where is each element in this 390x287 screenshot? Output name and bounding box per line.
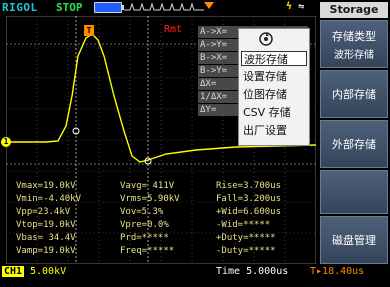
measurement-value: +Wid=6.600us — [216, 207, 282, 217]
run-state: STOP — [56, 1, 83, 14]
softkey-internal[interactable]: 内部存储 — [320, 70, 388, 118]
trigger-position-marker — [204, 2, 214, 9]
softkey-external[interactable]: 外部存储 — [320, 120, 388, 168]
measurement-value: Freq=***** — [120, 246, 175, 256]
softkey-label: 存储类型 — [332, 29, 376, 43]
status-bar: RIGOL STOP ϟ ⇋ — [0, 0, 318, 14]
ch1-ground-marker: 1 — [1, 137, 11, 147]
measurement-value: Vamp=19.0kV — [16, 246, 76, 256]
popup-item-waveform[interactable]: 波形存储 — [241, 51, 307, 66]
usb-icon: ⇋ — [298, 1, 305, 12]
storage-popup-menu: 波形存储 设置存储 位图存储 CSV 存储 出厂设置 — [238, 28, 310, 146]
brand-logo: RIGOL — [2, 1, 38, 14]
measurement-value: -Duty=***** — [216, 246, 276, 256]
measurement-value: Prd=***** — [120, 233, 169, 243]
lightning-icon: ϟ — [286, 1, 293, 12]
softkey-label: 磁盘管理 — [332, 234, 376, 247]
popup-item-csv[interactable]: CSV 存储 — [243, 105, 307, 120]
measurement-value: Vrms=5.90kV — [120, 194, 180, 204]
measurement-panel: Vmax=19.0kV Vavg= 411V Rise=3.700us Vmin… — [16, 180, 316, 262]
softkey-label: 内部存储 — [332, 88, 376, 101]
measurement-value: Rise=3.700us — [216, 181, 282, 191]
trigger-offset-icon: T▸ — [310, 266, 323, 277]
measurement-value: Vpre=0.0% — [120, 220, 169, 230]
channel-label[interactable]: CH1 — [2, 266, 25, 277]
battery-icon — [94, 2, 124, 13]
softkey-disk-manager[interactable]: 磁盘管理 — [320, 216, 388, 264]
softkey-value: 波形存储 — [334, 49, 374, 61]
remote-indicator: Rmt — [164, 24, 183, 35]
trigger-marker: T — [84, 25, 94, 36]
measurement-value: -Wid=***** — [216, 220, 271, 230]
rotate-knob-icon — [259, 32, 273, 46]
trigger-offset: T▸18.40us — [310, 266, 364, 277]
menu-title: Storage — [320, 2, 388, 18]
popup-item-setup[interactable]: 设置存储 — [243, 69, 307, 84]
softkey-empty[interactable] — [320, 170, 388, 214]
bottom-status-bar: CH1 5.00kV Time 5.000us T▸18.40us — [0, 265, 390, 287]
softkey-storage-type[interactable]: 存储类型 波形存储 — [320, 20, 388, 68]
measurement-value: Vmin=-4.40kV — [16, 194, 82, 204]
oscilloscope-screen: { "topbar": { "brand": "RIGOL", "run_sta… — [0, 0, 390, 287]
volts-per-div: 5.00kV — [30, 266, 67, 277]
trigger-offset-value: 18.40us — [322, 266, 365, 277]
softkey-label: 外部存储 — [332, 138, 376, 151]
popup-item-factory[interactable]: 出厂设置 — [243, 123, 307, 138]
measurement-value: Vbas= 34.4V — [16, 233, 76, 243]
measurement-value: Vtop=19.0kV — [16, 220, 76, 230]
popup-item-bitmap[interactable]: 位图存储 — [243, 87, 307, 102]
timebase: Time 5.000us — [216, 266, 289, 277]
measurement-value: Vavg= 411V — [120, 181, 175, 191]
trigger-waveform-icon — [124, 2, 204, 11]
measurement-value: Vpp=23.4kV — [16, 207, 71, 217]
top-icons: ϟ ⇋ — [286, 1, 304, 12]
measurement-value: Fall=3.200us — [216, 194, 282, 204]
measurement-value: Vov=5.3% — [120, 207, 164, 217]
measurement-value: +Duty=***** — [216, 233, 276, 243]
measurement-value: Vmax=19.0kV — [16, 181, 76, 191]
